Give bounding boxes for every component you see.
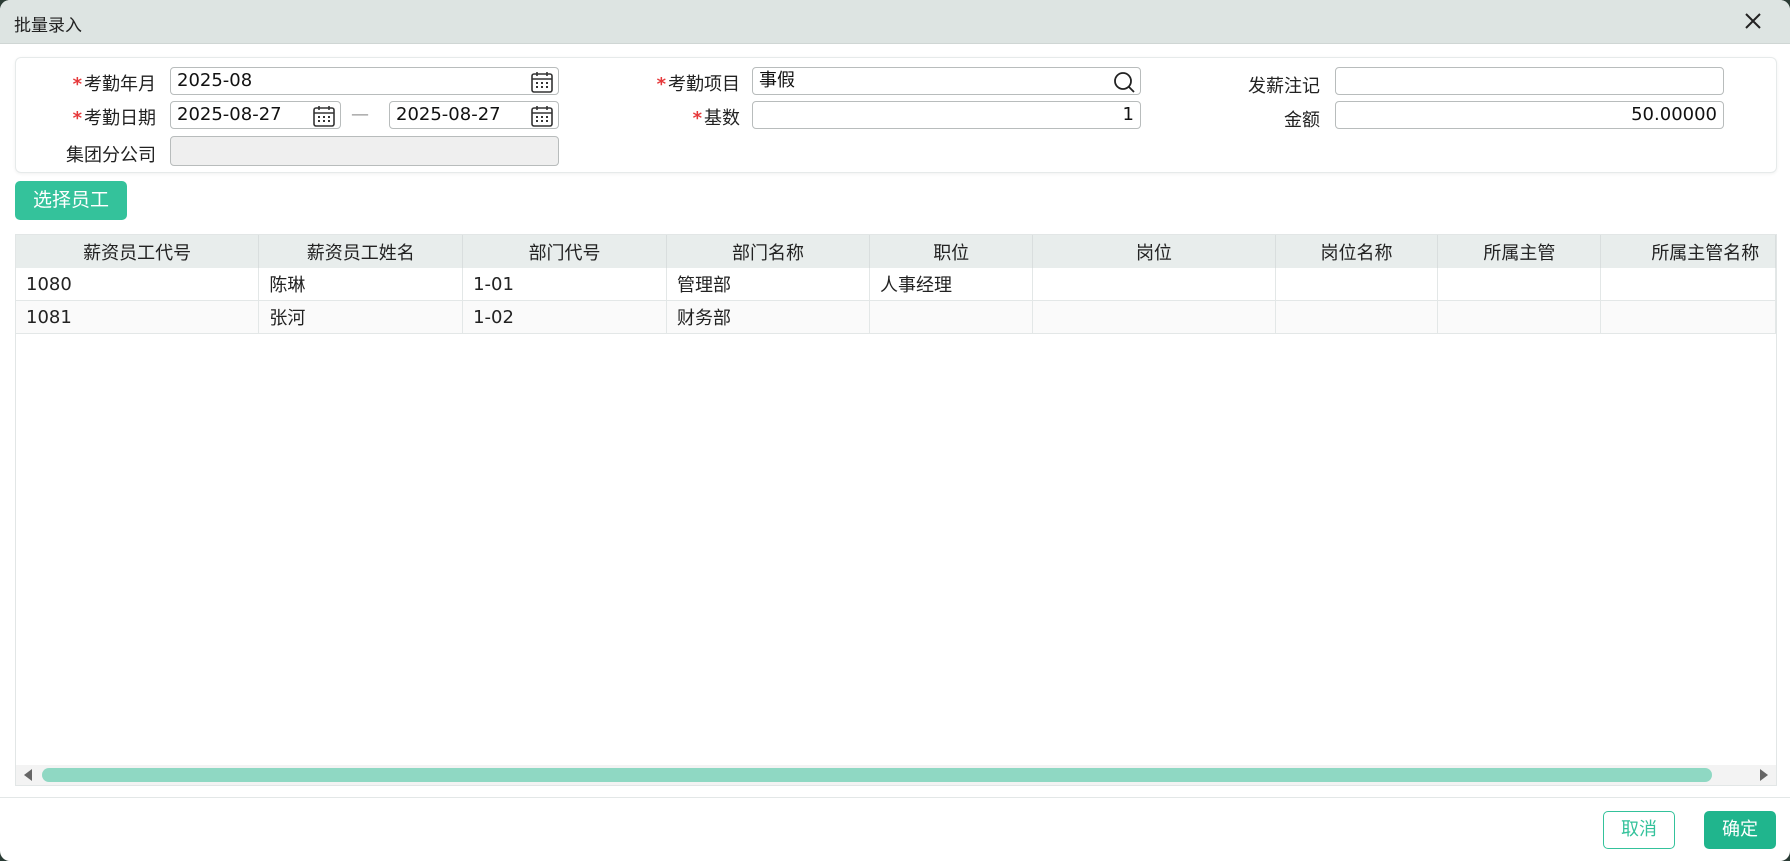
- attendance-date-end-field[interactable]: 2025-08-27: [389, 101, 559, 129]
- table-row[interactable]: 1080 陈琳 1-01 管理部 人事经理: [16, 268, 1776, 301]
- calendar-icon[interactable]: [530, 70, 554, 94]
- date-range-separator: —: [351, 104, 369, 125]
- table-cell[interactable]: 张河: [258, 300, 464, 334]
- table-header-row: 薪资员工代号 薪资员工姓名 部门代号 部门名称 职位 岗位 岗位名称 所属主管 …: [16, 235, 1776, 268]
- table-cell[interactable]: [1032, 300, 1276, 334]
- attendance-month-label: * 考勤年月: [40, 70, 156, 96]
- search-icon[interactable]: [1112, 70, 1136, 94]
- required-mark: *: [656, 74, 666, 95]
- table-cell[interactable]: [1600, 268, 1776, 301]
- column-header[interactable]: 岗位名称: [1275, 235, 1439, 268]
- amount-field[interactable]: 50.00000: [1335, 101, 1724, 129]
- employee-table: 薪资员工代号 薪资员工姓名 部门代号 部门名称 职位 岗位 岗位名称 所属主管 …: [16, 235, 1776, 334]
- attendance-month-value: 2025-08: [177, 70, 253, 91]
- table-cell[interactable]: 1080: [16, 268, 260, 301]
- confirm-button[interactable]: 确定: [1704, 811, 1776, 849]
- column-header[interactable]: 部门名称: [666, 235, 871, 268]
- batch-entry-dialog: 批量录入 * 考勤年月 2025-08 * 考勤项目 事假 发薪注记 * 考勤日期 2…: [0, 0, 1790, 861]
- scroll-left-icon[interactable]: [24, 769, 32, 781]
- base-count-field[interactable]: 1: [752, 101, 1141, 129]
- horizontal-scrollbar[interactable]: [16, 765, 1776, 785]
- group-branch-label: 集团分公司: [66, 145, 156, 166]
- table-cell[interactable]: [1275, 268, 1439, 301]
- attendance-month-field[interactable]: 2025-08: [170, 67, 559, 95]
- dialog-titlebar: 批量录入: [0, 0, 1790, 44]
- table-cell[interactable]: 财务部: [666, 300, 871, 334]
- column-header[interactable]: 所属主管名称: [1600, 235, 1776, 268]
- close-icon[interactable]: [1742, 10, 1764, 32]
- group-branch-field: [170, 136, 559, 166]
- attendance-date-label-text: 考勤日期: [84, 108, 156, 129]
- attendance-date-start-value: 2025-08-27: [177, 104, 282, 125]
- employee-grid: 薪资员工代号 薪资员工姓名 部门代号 部门名称 职位 岗位 岗位名称 所属主管 …: [15, 234, 1777, 786]
- scroll-right-icon[interactable]: [1760, 769, 1768, 781]
- base-count-label-text: 基数: [704, 108, 740, 129]
- table-cell[interactable]: [1032, 268, 1276, 301]
- base-count-label: * 基数: [620, 104, 740, 130]
- attendance-item-label: * 考勤项目: [620, 70, 740, 96]
- table-cell[interactable]: 人事经理: [869, 268, 1034, 301]
- select-employee-button[interactable]: 选择员工: [15, 181, 127, 220]
- table-cell[interactable]: 1-01: [462, 268, 668, 301]
- column-header[interactable]: 所属主管: [1437, 235, 1602, 268]
- required-mark: *: [692, 108, 702, 129]
- table-cell[interactable]: [1437, 300, 1602, 334]
- column-header[interactable]: 薪资员工代号: [16, 235, 260, 268]
- pay-note-field[interactable]: [1335, 67, 1724, 95]
- amount-label: 金额: [1284, 110, 1320, 131]
- column-header[interactable]: 岗位: [1032, 235, 1276, 268]
- column-header[interactable]: 薪资员工姓名: [258, 235, 464, 268]
- attendance-month-label-text: 考勤年月: [84, 74, 156, 95]
- dialog-title: 批量录入: [14, 16, 82, 36]
- table-cell[interactable]: [1275, 300, 1439, 334]
- required-mark: *: [72, 108, 82, 129]
- cancel-button[interactable]: 取消: [1603, 811, 1675, 849]
- attendance-item-field[interactable]: 事假: [752, 67, 1141, 95]
- table-row[interactable]: 1081 张河 1-02 财务部: [16, 300, 1776, 334]
- table-cell[interactable]: [869, 300, 1034, 334]
- calendar-icon[interactable]: [530, 104, 554, 128]
- attendance-date-start-field[interactable]: 2025-08-27: [170, 101, 341, 129]
- footer-divider: [0, 797, 1790, 798]
- table-cell[interactable]: [1437, 268, 1602, 301]
- table-cell[interactable]: 陈琳: [258, 268, 464, 301]
- column-header[interactable]: 职位: [869, 235, 1034, 268]
- required-mark: *: [72, 74, 82, 95]
- attendance-date-label: * 考勤日期: [40, 104, 156, 130]
- scrollbar-thumb[interactable]: [42, 768, 1712, 782]
- table-cell[interactable]: [1600, 300, 1776, 334]
- pay-note-label: 发薪注记: [1248, 76, 1320, 97]
- attendance-item-value: 事假: [759, 70, 795, 91]
- table-cell[interactable]: 1081: [16, 300, 260, 334]
- table-cell[interactable]: 管理部: [666, 268, 871, 301]
- column-header[interactable]: 部门代号: [462, 235, 668, 268]
- attendance-date-end-value: 2025-08-27: [396, 104, 501, 125]
- table-cell[interactable]: 1-02: [462, 300, 668, 334]
- calendar-icon[interactable]: [312, 104, 336, 128]
- attendance-item-label-text: 考勤项目: [668, 74, 740, 95]
